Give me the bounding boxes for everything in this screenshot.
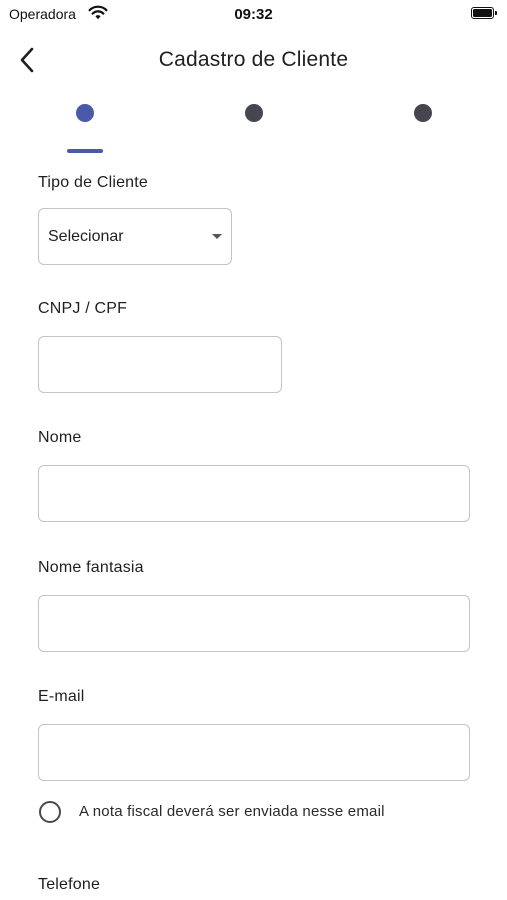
name-input[interactable] xyxy=(38,465,470,522)
app-header: Cadastro de Cliente xyxy=(0,36,507,84)
email-input[interactable] xyxy=(38,724,470,781)
document-label: CNPJ / CPF xyxy=(38,300,128,317)
client-type-value: Selecionar xyxy=(48,227,124,245)
dropdown-arrow-icon xyxy=(212,234,222,239)
step-dot xyxy=(245,104,263,122)
phone-label: Telefone xyxy=(38,876,101,893)
battery-icon xyxy=(471,7,497,19)
radio-button[interactable] xyxy=(39,801,61,823)
document-input[interactable] xyxy=(38,336,282,393)
client-type-select[interactable]: Selecionar xyxy=(38,208,232,265)
status-bar: Operadora 09:32 xyxy=(0,0,507,28)
client-type-label: Tipo de Cliente xyxy=(38,174,149,191)
trade-name-input[interactable] xyxy=(38,595,470,652)
step-2[interactable] xyxy=(224,100,284,155)
invoice-email-option[interactable]: A nota fiscal deverá ser enviada nesse e… xyxy=(38,800,468,824)
step-dot xyxy=(76,104,94,122)
step-1[interactable] xyxy=(55,100,115,155)
trade-name-label: Nome fantasia xyxy=(38,559,144,576)
step-3[interactable] xyxy=(393,100,453,155)
clock-time: 09:32 xyxy=(234,6,273,23)
step-indicator xyxy=(0,100,507,155)
invoice-email-label: A nota fiscal deverá ser enviada nesse e… xyxy=(79,803,385,820)
name-label: Nome xyxy=(38,429,82,446)
email-label: E-mail xyxy=(38,688,85,705)
active-step-underline xyxy=(67,149,103,153)
page-title: Cadastro de Cliente xyxy=(158,48,349,71)
step-dot xyxy=(414,104,432,122)
